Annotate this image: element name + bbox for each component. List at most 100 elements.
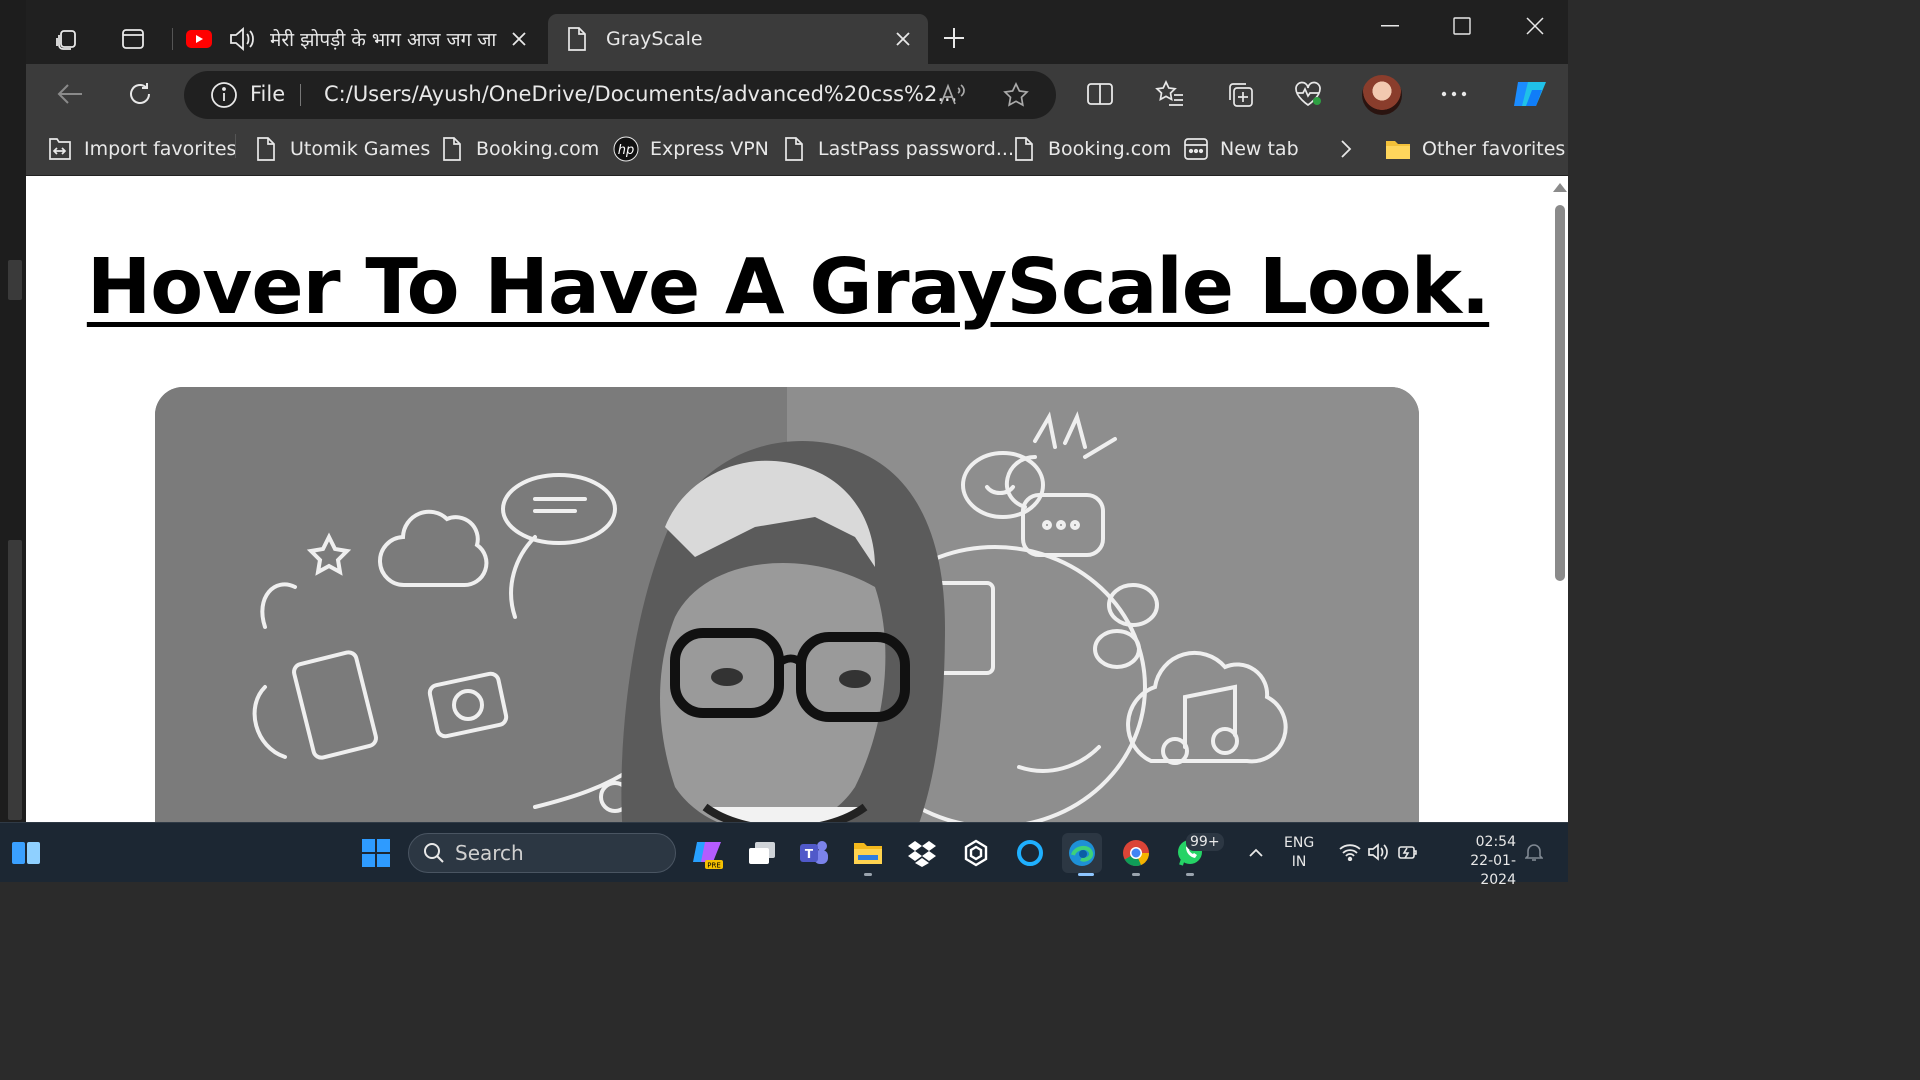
url-scheme-label: File <box>250 82 286 106</box>
favorite-booking[interactable]: Booking.com <box>438 132 599 166</box>
favorite-label: Utomik Games <box>290 138 431 160</box>
favorite-utomik[interactable]: Utomik Games <box>252 132 430 166</box>
favorite-express-vpn[interactable]: hp Express VPN <box>612 132 769 166</box>
page-icon <box>1010 135 1038 163</box>
page-icon <box>566 26 588 52</box>
svg-text:T: T <box>805 847 814 861</box>
grayscale-photo[interactable] <box>155 387 1419 822</box>
web-page: Hover To Have A GrayScale Look. <box>26 177 1550 822</box>
desktop-edge-artifact <box>8 260 22 300</box>
teams-icon[interactable]: T <box>794 833 834 873</box>
favorites-separator <box>235 134 236 158</box>
workspaces-icon[interactable] <box>52 24 82 54</box>
cortana-icon[interactable] <box>1010 833 1050 873</box>
close-window-button[interactable] <box>1515 12 1555 40</box>
tab-youtube[interactable]: मेरी झोपड़ी के भाग आज जग जा <box>176 14 544 64</box>
tab-grayscale[interactable]: GrayScale <box>548 14 928 64</box>
volume-icon[interactable] <box>1366 840 1390 864</box>
refresh-button[interactable] <box>122 76 158 112</box>
file-explorer-icon[interactable] <box>848 833 888 873</box>
favorite-label: Booking.com <box>1048 138 1172 160</box>
tab-title: GrayScale <box>606 28 703 50</box>
input-language-indicator[interactable]: ENG IN <box>1284 834 1314 872</box>
favorite-label: New tab <box>1220 138 1299 160</box>
more-favorites-chevron[interactable] <box>1332 132 1370 166</box>
system-clock[interactable]: 02:54 22-01-2024 <box>1436 833 1516 890</box>
running-indicator <box>1132 873 1140 876</box>
widgets-icon[interactable] <box>6 833 46 873</box>
wifi-icon[interactable] <box>1338 840 1362 864</box>
navigation-toolbar: File C:/Users/Ayush/OneDrive/Documents/a… <box>26 64 1568 124</box>
folder-icon <box>1384 135 1412 163</box>
browser-window: मेरी झोपड़ी के भाग आज जग जा GrayScale Fi… <box>26 0 1568 822</box>
import-icon <box>46 135 74 163</box>
language-code: ENG <box>1284 835 1315 851</box>
vertical-tabs-icon[interactable] <box>118 24 148 54</box>
minimize-button[interactable] <box>1370 12 1410 40</box>
address-separator <box>300 84 301 106</box>
page-icon <box>438 135 466 163</box>
newtab-icon <box>1182 135 1210 163</box>
search-placeholder: Search <box>455 841 524 865</box>
favorite-import[interactable]: Import favorites <box>46 132 236 166</box>
edge-browser-icon[interactable] <box>1062 833 1102 873</box>
clock-date: 22-01-2024 <box>1470 853 1516 888</box>
favorite-other[interactable]: Other favorites <box>1384 132 1565 166</box>
favorite-booking-2[interactable]: Booking.com <box>1010 132 1171 166</box>
address-bar[interactable]: File C:/Users/Ayush/OneDrive/Documents/a… <box>184 71 1056 119</box>
url-text[interactable]: C:/Users/Ayush/OneDrive/Documents/advanc… <box>324 82 957 106</box>
chrome-icon[interactable] <box>1116 833 1156 873</box>
favorite-label: Booking.com <box>476 138 600 160</box>
desktop-edge-artifact <box>8 540 22 820</box>
browser-essentials-icon[interactable] <box>1290 76 1326 112</box>
favorite-label: Other favorites <box>1422 138 1566 160</box>
active-indicator <box>1078 873 1094 876</box>
split-screen-icon[interactable] <box>1082 76 1118 112</box>
svg-text:hp: hp <box>618 143 635 158</box>
youtube-icon <box>186 29 212 49</box>
close-tab-icon[interactable] <box>890 26 916 52</box>
favorite-label: Import favorites <box>84 138 237 160</box>
favorite-new-tab[interactable]: New tab <box>1182 132 1299 166</box>
site-info-icon[interactable] <box>210 81 238 113</box>
read-aloud-icon[interactable] <box>938 81 966 109</box>
start-button-icon[interactable] <box>356 833 396 873</box>
new-tab-button[interactable] <box>938 22 970 54</box>
tab-separator <box>172 28 173 50</box>
audio-playing-icon[interactable] <box>228 26 256 52</box>
copilot-icon[interactable] <box>1510 74 1550 114</box>
favorites-icon[interactable] <box>1152 76 1188 112</box>
dropbox-icon[interactable] <box>902 833 942 873</box>
maximize-button[interactable] <box>1442 12 1482 40</box>
back-button[interactable] <box>52 76 88 112</box>
tab-strip: मेरी झोपड़ी के भाग आज जग जा GrayScale <box>26 0 1568 64</box>
hp-logo-icon: hp <box>612 135 640 163</box>
copilot-preview-icon[interactable]: PRE <box>688 833 728 873</box>
profile-avatar[interactable] <box>1362 75 1402 115</box>
whatsapp-notification-badge: 99+ <box>1186 833 1224 851</box>
close-tab-icon[interactable] <box>506 26 532 52</box>
vertical-scrollbar[interactable] <box>1550 177 1568 822</box>
chevron-right-icon <box>1332 135 1360 163</box>
region-code: IN <box>1291 854 1307 870</box>
favorites-bar: Import favorites Utomik Games Booking.co… <box>26 124 1568 176</box>
taskbar-search-box[interactable]: Search <box>408 833 676 873</box>
favorite-lastpass[interactable]: LastPass password... <box>780 132 1014 166</box>
page-icon <box>780 135 808 163</box>
chatgpt-icon[interactable] <box>956 833 996 873</box>
clock-time: 02:54 <box>1475 834 1516 850</box>
scrollbar-thumb[interactable] <box>1555 205 1565 581</box>
more-menu-icon[interactable] <box>1436 76 1472 112</box>
search-icon <box>423 842 445 864</box>
svg-text:PRE: PRE <box>707 862 721 870</box>
collections-icon[interactable] <box>1222 76 1258 112</box>
notification-bell-icon[interactable] <box>1522 840 1546 864</box>
favorite-star-icon[interactable] <box>1002 81 1030 109</box>
favorite-label: LastPass password... <box>818 138 1014 160</box>
page-heading: Hover To Have A GrayScale Look. <box>86 243 1490 332</box>
task-view-icon[interactable] <box>742 833 782 873</box>
show-hidden-icons-chevron-up-icon[interactable] <box>1236 833 1276 873</box>
battery-charging-icon[interactable] <box>1396 840 1420 864</box>
scroll-up-arrow-icon[interactable] <box>1553 183 1567 192</box>
running-indicator <box>1186 873 1194 876</box>
